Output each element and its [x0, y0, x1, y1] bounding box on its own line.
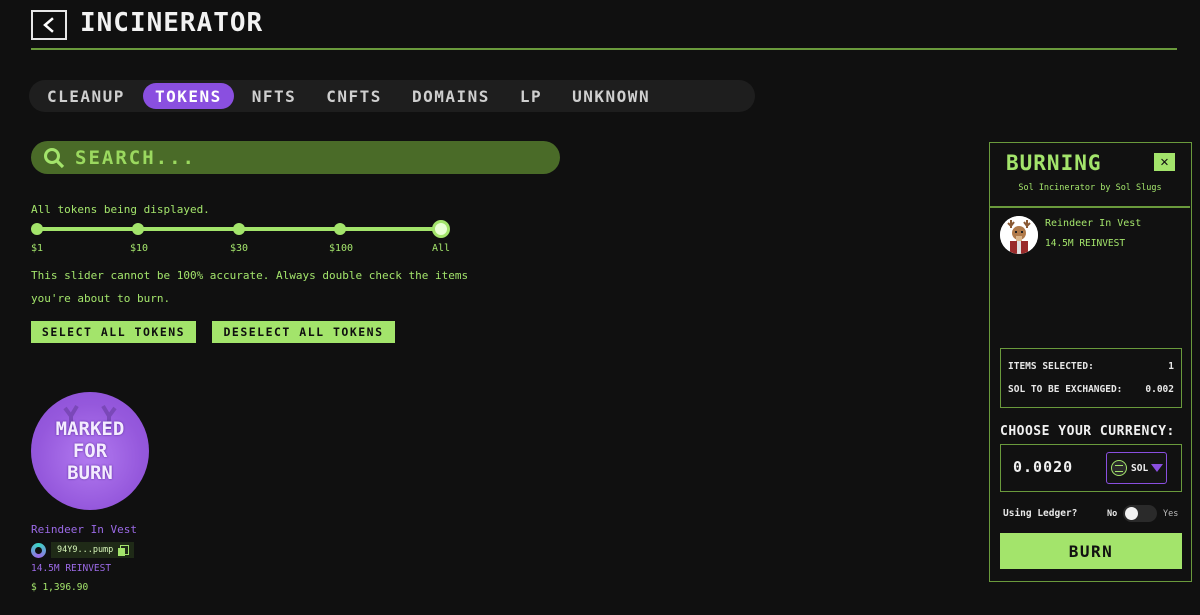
currency-amount-box: SOL — [1000, 444, 1182, 492]
page-title: INCINERATOR — [80, 8, 264, 38]
slider-label: All — [432, 243, 451, 254]
currency-label: CHOOSE YOUR CURRENCY: — [1000, 424, 1175, 439]
close-panel-button[interactable]: ✕ — [1154, 153, 1175, 171]
tab-domains[interactable]: DOMAINS — [400, 83, 502, 109]
token-amount: 14.5M REINVEST — [31, 563, 112, 574]
search-icon — [44, 147, 65, 168]
items-selected-label: ITEMS SELECTED: — [1008, 361, 1094, 372]
tab-cnfts[interactable]: CNFTS — [314, 83, 394, 109]
close-icon: ✕ — [1160, 154, 1169, 170]
burn-item-name: Reindeer In Vest — [1045, 218, 1142, 229]
category-tabs: CLEANUP TOKENS NFTS CNFTS DOMAINS LP UNK… — [29, 80, 755, 112]
token-address-text: 94Y9...pump — [57, 545, 114, 555]
ledger-toggle[interactable] — [1123, 505, 1157, 522]
panel-subtitle: Sol Incinerator by Sol Slugs — [1018, 183, 1162, 193]
items-selected-value: 1 — [1168, 361, 1174, 372]
sol-logo-icon — [1111, 460, 1127, 476]
item-avatar — [1000, 216, 1038, 254]
slider-warning: This slider cannot be 100% accurate. Alw… — [31, 269, 469, 305]
slider-handle[interactable] — [432, 220, 450, 238]
token-address-row: 94Y9...pump — [31, 542, 135, 558]
burn-summary: ITEMS SELECTED: 1 SOL TO BE EXCHANGED: 0… — [1000, 348, 1182, 408]
tab-cleanup[interactable]: CLEANUP — [35, 83, 137, 109]
sol-exchange-row: SOL TO BE EXCHANGED: 0.002 — [1008, 384, 1174, 395]
search-bar — [31, 141, 560, 174]
slider-stop[interactable] — [132, 223, 144, 235]
slider-stop[interactable] — [233, 223, 245, 235]
value-filter-slider[interactable] — [31, 220, 451, 238]
items-selected-row: ITEMS SELECTED: 1 — [1008, 361, 1174, 372]
slider-label: $1 — [31, 243, 44, 254]
burn-button[interactable]: BURN — [1000, 533, 1182, 569]
tab-nfts[interactable]: NFTS — [240, 83, 309, 109]
slider-stop[interactable] — [334, 223, 346, 235]
panel-title: BURNING — [1006, 151, 1102, 175]
marked-for-burn-overlay: MARKED FOR BURN — [56, 418, 125, 484]
slider-label: $10 — [130, 243, 149, 254]
panel-divider — [990, 206, 1190, 208]
overlay-line: MARKED — [55, 418, 125, 440]
deselect-all-tokens-button[interactable]: DESELECT ALL TOKENS — [212, 321, 395, 343]
sol-exchange-value: 0.002 — [1145, 384, 1174, 395]
slider-label: $30 — [230, 243, 249, 254]
header-divider — [31, 48, 1177, 50]
slider-stop[interactable] — [31, 223, 43, 235]
reindeer-avatar-icon — [1000, 216, 1038, 254]
token-card-image[interactable]: MARKED FOR BURN — [31, 392, 149, 510]
tab-lp[interactable]: LP — [508, 83, 554, 109]
ledger-yes-label: Yes — [1163, 509, 1179, 519]
tab-tokens[interactable]: TOKENS — [142, 83, 234, 109]
token-address[interactable]: 94Y9...pump — [51, 542, 135, 558]
burning-panel: BURNING ✕ Sol Incinerator by Sol Slugs R… — [989, 142, 1192, 582]
filter-status-text: All tokens being displayed. — [31, 203, 210, 216]
token-value: $ 1,396.90 — [31, 582, 89, 593]
token-name: Reindeer In Vest — [31, 523, 137, 536]
copy-icon[interactable] — [118, 544, 130, 556]
currency-value: SOL — [1131, 462, 1149, 474]
ledger-label: Using Ledger? — [1003, 508, 1078, 519]
currency-select[interactable]: SOL — [1106, 452, 1167, 484]
chevron-down-icon — [1151, 464, 1164, 472]
amount-field[interactable] — [1013, 458, 1103, 476]
chevron-left-icon — [43, 17, 54, 33]
overlay-line: BURN — [67, 462, 113, 484]
sol-exchange-label: SOL TO BE EXCHANGED: — [1008, 384, 1123, 395]
slider-label: $100 — [329, 243, 354, 254]
search-input[interactable] — [75, 146, 525, 169]
burn-item-amount: 14.5M REINVEST — [1045, 238, 1126, 249]
select-all-tokens-button[interactable]: SELECT ALL TOKENS — [31, 321, 196, 343]
ledger-no-label: No — [1107, 509, 1118, 519]
platform-logo-icon — [31, 542, 46, 558]
overlay-line: FOR — [72, 440, 108, 462]
back-button[interactable] — [31, 10, 67, 40]
tab-unknown[interactable]: UNKNOWN — [560, 83, 662, 109]
